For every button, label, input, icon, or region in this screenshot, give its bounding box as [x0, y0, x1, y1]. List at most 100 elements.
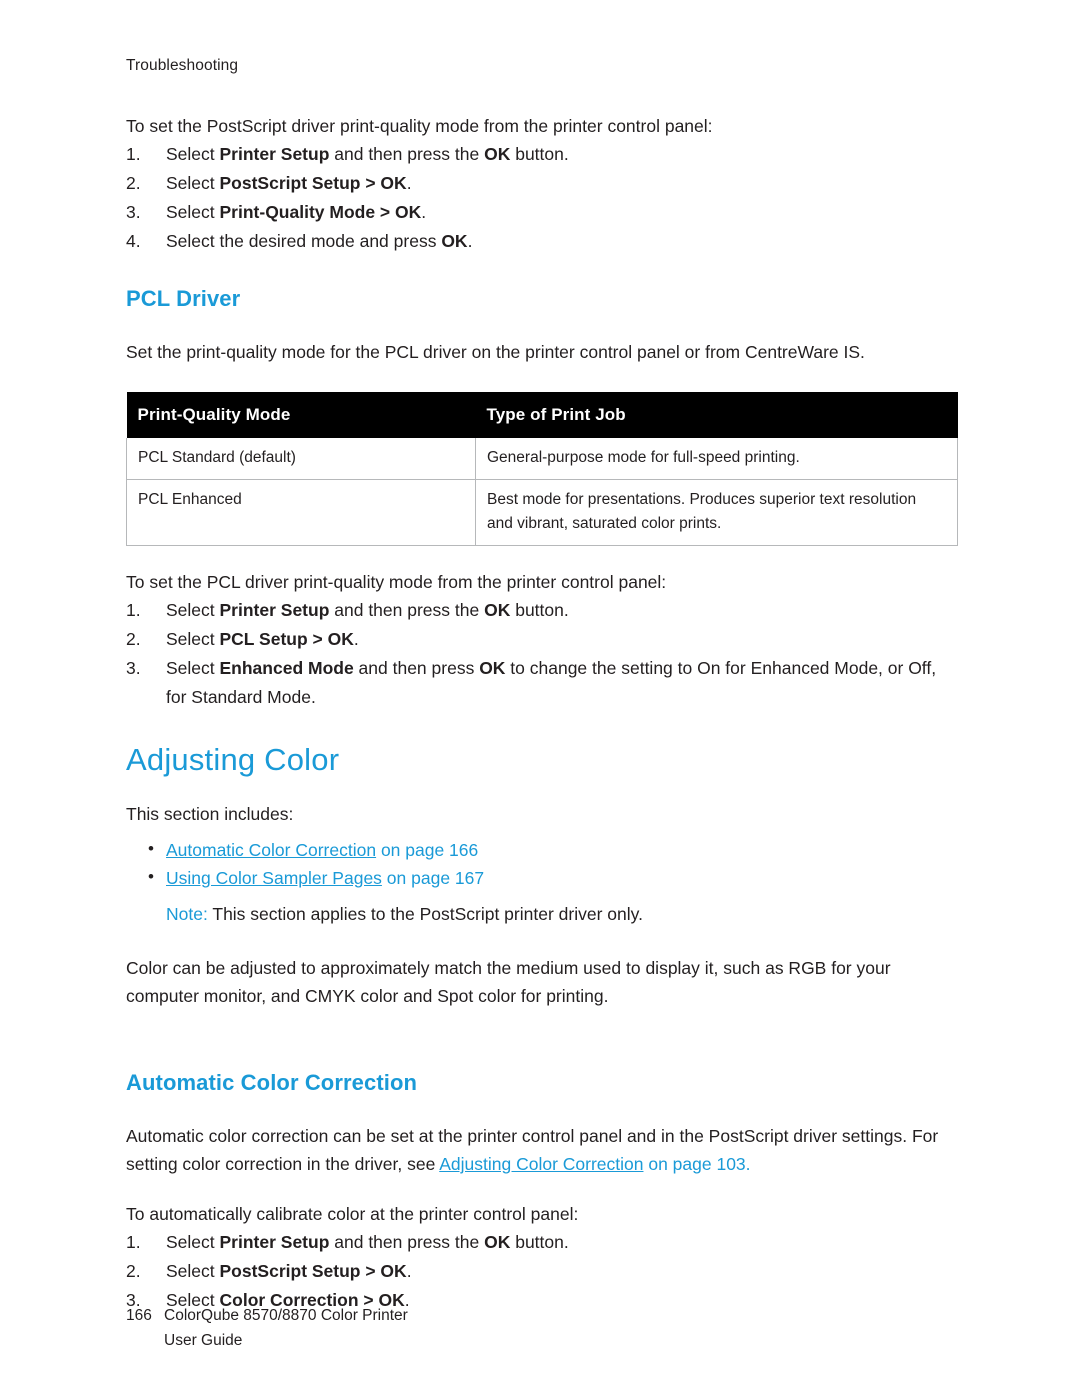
- pcl-intro-paragraph: Set the print-quality mode for the PCL d…: [126, 342, 865, 362]
- step-text-pre: Select: [166, 202, 220, 222]
- postscript-steps-list: 1. Select Printer Setup and then press th…: [126, 140, 958, 256]
- link-using-color-sampler-pages[interactable]: Using Color Sampler Pages: [166, 868, 382, 888]
- step-text-mid: and then press the: [329, 600, 485, 620]
- step-text-pre: Select: [166, 1261, 220, 1281]
- step-text-bold1: Print-Quality Mode > OK: [219, 202, 422, 222]
- table-header: Print-Quality Mode Type of Print Job: [126, 392, 958, 438]
- list-item: 3. Select Print-Quality Mode > OK.: [126, 198, 958, 227]
- table-cell-jobtype: Best mode for presentations. Produces su…: [475, 479, 958, 546]
- table-cell-jobtype: General-purpose mode for full-speed prin…: [475, 438, 958, 480]
- step-text-bold2: OK: [484, 1232, 511, 1252]
- acc-steps-list: 1. Select Printer Setup and then press th…: [126, 1228, 958, 1315]
- table-header-cell-mode: Print-Quality Mode: [126, 392, 476, 438]
- list-item: 2. Select PCL Setup > OK.: [126, 625, 958, 654]
- pcl-steps-list: 1. Select Printer Setup and then press th…: [126, 596, 958, 712]
- step-text-mid: and then press the: [329, 144, 485, 164]
- acc-paragraph-line1: Automatic color correction can be set at…: [126, 1126, 908, 1146]
- automatic-color-correction-paragraph: Automatic color correction can be set at…: [126, 1122, 958, 1178]
- step-text-bold1: PCL Setup > OK: [219, 629, 354, 649]
- print-quality-mode-table: Print-Quality Mode Type of Print Job PCL…: [126, 392, 958, 546]
- list-item: 1. Select Printer Setup and then press th…: [126, 140, 958, 169]
- table-cell-mode: PCL Standard (default): [126, 438, 476, 480]
- step-text-post: .: [406, 1261, 412, 1281]
- link-automatic-color-correction[interactable]: Automatic Color Correction: [166, 840, 376, 860]
- table-header-row: Print-Quality Mode Type of Print Job: [126, 392, 958, 438]
- note-block: Note: This section applies to the PostSc…: [126, 900, 958, 928]
- postscript-steps-intro: To set the PostScript driver print-quali…: [126, 116, 713, 136]
- footer-page-number: 166: [126, 1307, 152, 1324]
- list-item: 1. Select Printer Setup and then press th…: [126, 1228, 958, 1257]
- step-number: 1.: [126, 600, 141, 620]
- step-text-post: button.: [510, 144, 569, 164]
- table-row: PCL Enhanced Best mode for presentations…: [126, 479, 958, 546]
- page-content: To set the PostScript driver print-quali…: [126, 112, 958, 1315]
- step-text-post: button.: [510, 1232, 569, 1252]
- footer-line2: User Guide: [126, 1328, 408, 1353]
- list-item: • Automatic Color Correction on page 166: [126, 836, 958, 864]
- step-text-pre: Select the desired mode and press: [166, 231, 442, 251]
- page-footer: 166 ColorQube 8570/8870 Color Printer Use…: [126, 1303, 408, 1353]
- pcl-driver-heading: PCL Driver: [126, 286, 241, 311]
- list-item: 2. Select PostScript Setup > OK.: [126, 169, 958, 198]
- step-number: 3.: [126, 658, 141, 678]
- adjusting-color-paragraph: Color can be adjusted to approximately m…: [126, 958, 891, 1006]
- footer-product: ColorQube 8570/8870 Color Printer: [164, 1307, 408, 1324]
- footer-line1: 166 ColorQube 8570/8870 Color Printer: [126, 1303, 408, 1328]
- table-cell-mode: PCL Enhanced: [126, 479, 476, 546]
- step-text-pre: Select: [166, 144, 220, 164]
- step-text-bold1: Printer Setup: [219, 144, 330, 164]
- section-includes-list: • Automatic Color Correction on page 166 …: [126, 836, 958, 892]
- automatic-color-correction-heading: Automatic Color Correction: [126, 1070, 418, 1095]
- step-text-bold1: OK: [441, 231, 468, 251]
- step-text-bold2: OK: [484, 144, 511, 164]
- list-item: • Using Color Sampler Pages on page 167: [126, 864, 958, 892]
- step-text-bold1: PostScript Setup > OK: [219, 1261, 407, 1281]
- step-text-mid: and then press: [353, 658, 480, 678]
- step-number: 4.: [126, 231, 141, 251]
- section-includes-label: This section includes:: [126, 804, 294, 824]
- pcl-steps-intro: To set the PCL driver print-quality mode…: [126, 572, 667, 592]
- footer-doc: User Guide: [164, 1332, 243, 1349]
- step-text-pre: Select: [166, 600, 220, 620]
- bullet-page-ref: on page 166: [376, 840, 479, 860]
- step-text-post: .: [406, 173, 412, 193]
- list-item: 4. Select the desired mode and press OK.: [126, 227, 958, 256]
- acc-paragraph-line2-post: on page 103.: [643, 1154, 751, 1174]
- list-item: 1. Select Printer Setup and then press th…: [126, 596, 958, 625]
- list-item: 3. Select Enhanced Mode and then press OK…: [126, 654, 958, 712]
- bullet-dot-icon: •: [148, 867, 154, 886]
- step-text-bold1: Printer Setup: [219, 600, 330, 620]
- acc-steps-intro: To automatically calibrate color at the …: [126, 1204, 579, 1224]
- step-text-pre: Select: [166, 629, 220, 649]
- step-text-pre: Select: [166, 658, 220, 678]
- step-text-bold2: OK: [479, 658, 506, 678]
- step-number: 1.: [126, 144, 141, 164]
- step-text-post: .: [467, 231, 473, 251]
- bullet-page-ref: on page 167: [381, 868, 485, 888]
- link-adjusting-color-correction[interactable]: Adjusting Color Correction: [439, 1154, 643, 1174]
- step-text-pre: Select: [166, 1232, 220, 1252]
- step-number: 1.: [126, 1232, 141, 1252]
- table-header-cell-jobtype: Type of Print Job: [475, 392, 958, 438]
- step-number: 2.: [126, 173, 141, 193]
- bullet-dot-icon: •: [148, 839, 154, 858]
- step-text-bold1: PostScript Setup > OK: [219, 173, 407, 193]
- note-text: This section applies to the PostScript p…: [207, 904, 643, 924]
- table-row: PCL Standard (default) General-purpose m…: [126, 438, 958, 480]
- step-text-bold2: OK: [484, 600, 511, 620]
- step-text-post: button.: [510, 600, 569, 620]
- list-item: 2. Select PostScript Setup > OK.: [126, 1257, 958, 1286]
- running-head: Troubleshooting: [126, 57, 239, 74]
- step-text-bold1: Enhanced Mode: [219, 658, 354, 678]
- step-text-mid: and then press the: [329, 1232, 485, 1252]
- step-text-bold1: Printer Setup: [219, 1232, 330, 1252]
- document-page: Troubleshooting To set the PostScript dr…: [0, 0, 1080, 1397]
- adjusting-color-title: Adjusting Color: [126, 742, 340, 777]
- step-number: 2.: [126, 629, 141, 649]
- step-text-post: .: [421, 202, 427, 222]
- note-label: Note:: [166, 904, 208, 924]
- step-text-pre: Select: [166, 173, 220, 193]
- table-body: PCL Standard (default) General-purpose m…: [126, 438, 958, 546]
- step-number: 2.: [126, 1261, 141, 1281]
- step-text-post: .: [353, 629, 359, 649]
